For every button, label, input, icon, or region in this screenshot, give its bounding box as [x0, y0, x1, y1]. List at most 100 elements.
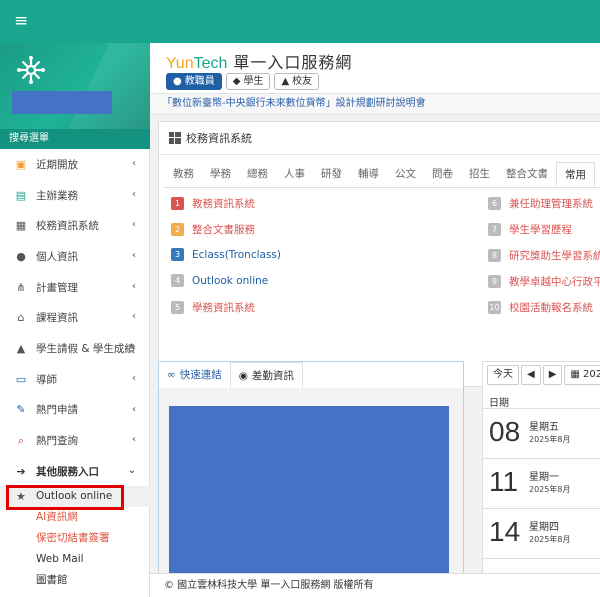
panel-tab[interactable]: 輔導	[350, 162, 387, 187]
panel-tab[interactable]: 整合文書	[498, 162, 556, 187]
entry-year-month: 2025年8月	[529, 485, 571, 494]
quick-tab[interactable]: ∞ 快速連結	[159, 362, 230, 388]
sidebar-item-label: 學生請假 & 學生成績	[36, 342, 135, 355]
sidebar-item-label: 計畫管理	[36, 281, 78, 294]
sidebar-item[interactable]: ▭ 導師 ‹	[0, 364, 150, 395]
panel-tab[interactable]: 人事	[276, 162, 313, 187]
system-link[interactable]: 9 教學卓越中心行政平台	[488, 274, 600, 289]
link-number-badge: 4	[171, 274, 184, 287]
quick-tab-label: 快速連結	[179, 369, 222, 381]
entry-year-month: 2025年8月	[529, 435, 571, 444]
month-picker[interactable]: ▦ 2025年	[564, 365, 600, 385]
briefcase-icon: ▤	[15, 188, 27, 202]
sidebar-item[interactable]: ➔ 其他服務入口 ⌄	[0, 456, 150, 487]
sidebar-item[interactable]: ⌕ 熱門查詢 ‹	[0, 425, 150, 456]
notice-link[interactable]: 「數位新臺幣-中央銀行未來數位貨幣」設計規劃研討說明會	[150, 93, 600, 115]
link-label: 學務資訊系統	[192, 302, 255, 314]
submenu-item[interactable]: Web Mail	[0, 549, 150, 570]
chevron-left-icon: ‹	[132, 372, 136, 384]
graduation-cap-icon: ▲	[281, 76, 290, 87]
sidebar-item[interactable]: ⌂ 課程資訊 ‹	[0, 302, 150, 333]
sidebar-item[interactable]: ● 個人資訊 ‹	[0, 241, 150, 272]
panel-tab[interactable]: 研發	[313, 162, 350, 187]
panel-tab[interactable]: 總務	[239, 162, 276, 187]
panel-tab[interactable]: 招生	[461, 162, 498, 187]
top-bar: ≡	[0, 0, 600, 43]
sidebar-item-label: 課程資訊	[36, 312, 78, 325]
system-link[interactable]: 1 教務資訊系統	[171, 196, 255, 211]
panel-tab[interactable]: 學務	[202, 162, 239, 187]
title-tech: Tech	[193, 55, 228, 72]
sidebar-item[interactable]: ▣ 近期開放 ‹	[0, 149, 150, 180]
role-label: 教職員	[184, 76, 215, 87]
entry-year-month: 2025年8月	[529, 535, 571, 544]
role-button[interactable]: ● 教職員	[166, 73, 222, 90]
sidebar-item[interactable]: ✎ 熱門申請 ‹	[0, 395, 150, 426]
calendar-divider	[483, 458, 600, 459]
entry-weekday: 星期五	[529, 422, 559, 433]
submenu-item[interactable]: AI資訊網	[0, 507, 150, 528]
quick-tab-label: 差勤資訊	[251, 369, 294, 382]
windows-icon: ▦	[15, 219, 27, 233]
system-link[interactable]: 5 學務資訊系統	[171, 300, 255, 315]
submenu-item[interactable]: 圖書館	[0, 570, 150, 591]
school-info-panel: 校務資訊系統 教務 學務 總務 人事 研發 輔導 公文 問卷 招生 整合文書 常用 1 教務資訊系統 2…	[158, 121, 600, 387]
sidebar-item[interactable]: ▤ 主辦業務 ‹	[0, 180, 150, 211]
calendar-panel: 今天 ◀ ▶ ▦ 2025年 日期 08 星期五 2025年8月 11 星期一 2025年…	[482, 361, 600, 597]
calendar-entry[interactable]: 14 星期四 2025年8月	[489, 510, 600, 556]
month-label: 2025年	[583, 369, 600, 380]
today-button[interactable]: 今天	[487, 365, 519, 385]
system-link[interactable]: 3 Eclass(Tronclass)	[171, 248, 281, 261]
system-link[interactable]: 6 兼任助理管理系統	[488, 196, 593, 211]
role-button[interactable]: ◆ 學生	[225, 73, 271, 90]
chevron-left-icon: ‹	[132, 342, 136, 354]
user-icon: ●	[16, 249, 26, 263]
pencil-icon: ✎	[16, 403, 26, 417]
system-link[interactable]: 8 研究獎助生學習系統	[488, 248, 600, 263]
hamburger-icon[interactable]: ≡	[14, 13, 28, 30]
sidebar-item-label: 個人資訊	[36, 250, 78, 263]
submenu-label: AI資訊網	[36, 511, 78, 523]
attendance-redacted-area	[169, 406, 449, 596]
calendar-entry[interactable]: 11 星期一 2025年8月	[489, 460, 600, 506]
link-label: 教學卓越中心行政平台	[509, 276, 600, 288]
calendar-badge-icon: ▣	[15, 157, 27, 171]
sidebar-item-label: 其他服務入口	[36, 465, 99, 478]
system-link[interactable]: 10 校園活動報名系統	[488, 300, 593, 315]
calendar-column-label: 日期	[489, 398, 509, 409]
calendar-entry[interactable]: 08 星期五 2025年8月	[489, 410, 600, 456]
panel-tab[interactable]: 問卷	[424, 162, 461, 187]
calendar-divider	[483, 408, 600, 409]
monitor-icon: ▭	[15, 372, 27, 386]
sidebar-brand	[0, 43, 150, 129]
role-switcher: ● 教職員 ◆ 學生 ▲ 校友	[166, 73, 320, 90]
next-button[interactable]: ▶	[542, 365, 563, 385]
system-link[interactable]: 7 學生學習歷程	[488, 222, 572, 237]
sitemap-icon: ⋔	[16, 280, 26, 294]
sidebar-item[interactable]: ▲ 學生請假 & 學生成績 ‹	[0, 333, 150, 364]
entry-day: 14	[489, 516, 521, 547]
calendar-divider	[483, 508, 600, 509]
link-number-badge: 10	[488, 301, 501, 314]
link-label: 研究獎助生學習系統	[509, 250, 600, 262]
panel-tab[interactable]: 公文	[387, 162, 424, 187]
role-button[interactable]: ▲ 校友	[274, 73, 320, 90]
submenu-label: 保密切結書簽署	[36, 532, 110, 544]
sidebar-item[interactable]: ⋔ 計畫管理 ‹	[0, 272, 150, 303]
system-link[interactable]: 2 整合文書服務	[171, 222, 255, 237]
panel-tab[interactable]: 教務	[165, 162, 202, 187]
prev-button[interactable]: ◀	[521, 365, 541, 385]
panel-tab[interactable]: 常用	[556, 162, 595, 187]
submenu-item[interactable]: 保密切結書簽署	[0, 528, 150, 549]
entry-weekday: 星期一	[529, 472, 559, 483]
sidebar-item-label: 導師	[36, 373, 57, 386]
link-number-badge: 9	[488, 275, 501, 288]
link-label: Eclass(Tronclass)	[192, 248, 281, 261]
sidebar-item[interactable]: ▦ 校務資訊系統 ‹	[0, 210, 150, 241]
link-label: 整合文書服務	[192, 224, 255, 236]
chevron-left-icon: ‹	[132, 280, 136, 292]
quick-tab[interactable]: ◉ 差勤資訊	[229, 362, 303, 388]
system-link[interactable]: 4 Outlook online	[171, 274, 268, 287]
role-label: 校友	[292, 76, 313, 87]
header: YunTech 單一入口服務網 ● 教職員 ◆ 學生 ▲ 校友	[150, 43, 600, 93]
